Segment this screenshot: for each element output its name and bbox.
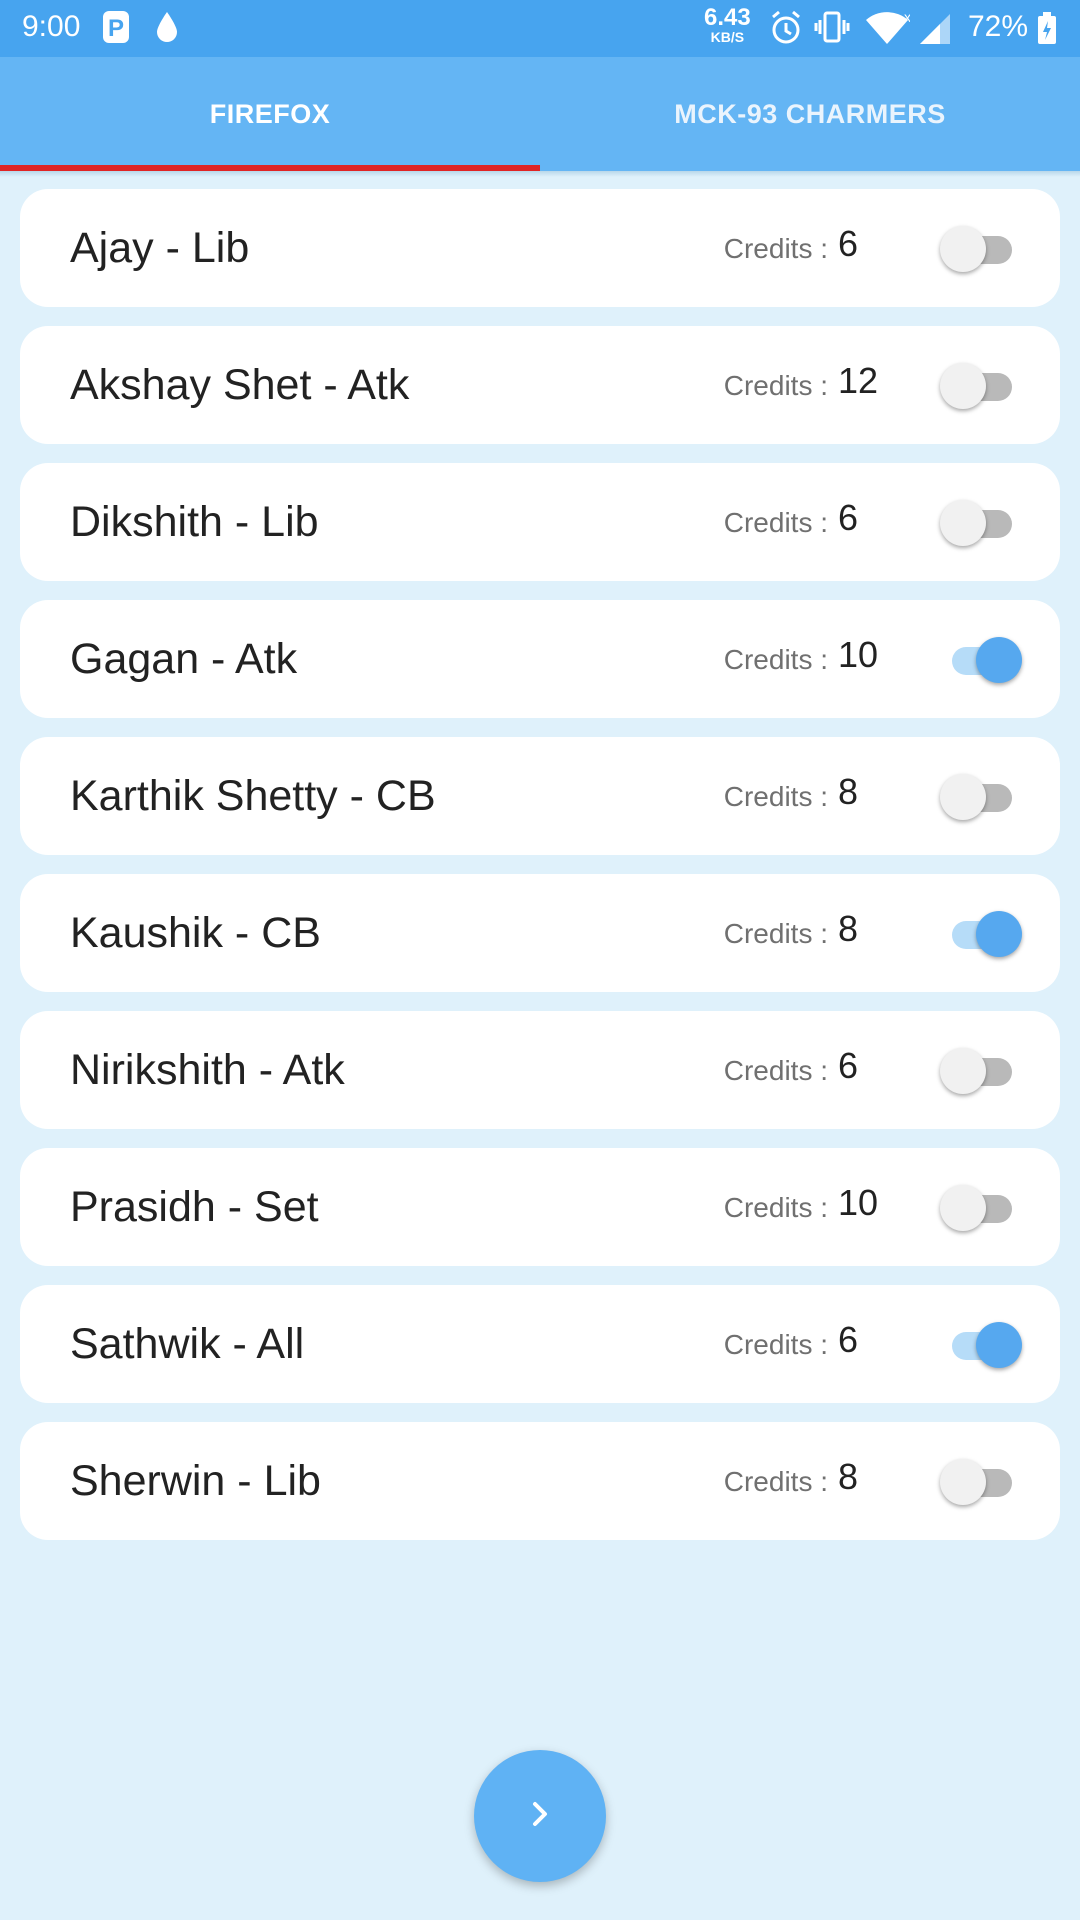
parking-icon: P [102,8,132,51]
player-name: Sherwin - Lib [70,1457,321,1505]
credits-value: 10 [838,634,879,675]
credits-label: Credits : [723,781,828,812]
player-select-toggle[interactable] [940,359,1020,411]
player-row[interactable]: Sathwik - All Credits : 6 [20,1285,1060,1403]
svg-text:P: P [108,15,124,42]
vibrate-icon [814,8,850,53]
player-name: Gagan - Atk [70,635,298,683]
tab-bar: FIREFOX MCK-93 CHARMERS [0,57,1080,171]
network-speed-unit: KB/S [710,29,745,45]
player-select-toggle[interactable] [940,1044,1020,1096]
player-select-toggle[interactable] [940,770,1020,822]
credits-label: Credits : [723,644,828,675]
tab-label: MCK-93 CHARMERS [674,98,946,129]
credits-value: 6 [838,1319,859,1360]
toggle-thumb [940,1048,986,1094]
player-name: Karthik Shetty - CB [70,772,436,820]
toggle-thumb [940,500,986,546]
player-name: Sathwik - All [70,1320,305,1368]
credits-value: 8 [838,908,859,949]
credits-label: Credits : [723,1192,828,1223]
player-row[interactable]: Gagan - Atk Credits : 10 [20,600,1060,718]
credits-value: 12 [838,360,879,401]
alarm-icon [768,8,804,53]
player-select-toggle[interactable] [940,633,1022,685]
drop-icon [152,8,182,51]
status-bar: 9:00 P 6.43 KB/S x 72% [0,0,1080,57]
network-speed-value: 6.43 [704,4,751,31]
player-name: Prasidh - Set [70,1183,319,1231]
player-select-toggle[interactable] [940,1318,1022,1370]
player-name: Ajay - Lib [70,224,250,272]
tab-bar-shadow [0,171,1080,177]
tab-firefox[interactable]: FIREFOX [0,57,540,171]
credits-label: Credits : [723,1329,828,1360]
battery-charging-icon [1036,8,1058,53]
toggle-thumb [940,1459,986,1505]
credits-label: Credits : [723,233,828,264]
toggle-thumb [976,1322,1022,1368]
player-row[interactable]: Sherwin - Lib Credits : 8 [20,1422,1060,1540]
credits-label: Credits : [723,918,828,949]
wifi-icon: x [864,8,911,53]
player-select-toggle[interactable] [940,496,1020,548]
credits-label: Credits : [723,370,828,401]
battery-percent: 72% [968,10,1029,43]
next-button[interactable] [474,1750,606,1882]
player-select-toggle[interactable] [940,1455,1020,1507]
status-time: 9:00 [22,10,81,43]
player-row[interactable]: Ajay - Lib Credits : 6 [20,189,1060,307]
tab-label: FIREFOX [209,98,331,129]
credits-label: Credits : [723,1466,828,1497]
toggle-thumb [940,226,986,272]
player-row[interactable]: Dikshith - Lib Credits : 6 [20,463,1060,581]
tab-mck-93-charmers[interactable]: MCK-93 CHARMERS [540,57,1080,171]
player-row[interactable]: Karthik Shetty - CB Credits : 8 [20,737,1060,855]
credits-value: 10 [838,1182,879,1223]
toggle-thumb [940,774,986,820]
chevron-right-icon [520,1794,560,1839]
credits-value: 6 [838,497,859,538]
toggle-thumb [976,911,1022,957]
toggle-thumb [976,637,1022,683]
toggle-thumb [940,363,986,409]
player-name: Dikshith - Lib [70,498,319,546]
credits-label: Credits : [723,507,828,538]
player-select-toggle[interactable] [940,1181,1020,1233]
player-name: Akshay Shet - Atk [70,361,410,409]
credits-value: 6 [838,1045,859,1086]
network-speed: 6.43 KB/S [704,4,751,45]
credits-value: 6 [838,223,859,264]
player-row[interactable]: Kaushik - CB Credits : 8 [20,874,1060,992]
player-row[interactable]: Prasidh - Set Credits : 10 [20,1148,1060,1266]
player-name: Nirikshith - Atk [70,1046,345,1094]
player-select-toggle[interactable] [940,907,1022,959]
player-name: Kaushik - CB [70,909,321,957]
svg-text:x: x [904,9,910,25]
toggle-thumb [940,1185,986,1231]
credits-label: Credits : [723,1055,828,1086]
signal-icon [918,8,954,53]
player-row[interactable]: Nirikshith - Atk Credits : 6 [20,1011,1060,1129]
credits-value: 8 [838,1456,859,1497]
player-row[interactable]: Akshay Shet - Atk Credits : 12 [20,326,1060,444]
player-select-toggle[interactable] [940,222,1020,274]
credits-value: 8 [838,771,859,812]
